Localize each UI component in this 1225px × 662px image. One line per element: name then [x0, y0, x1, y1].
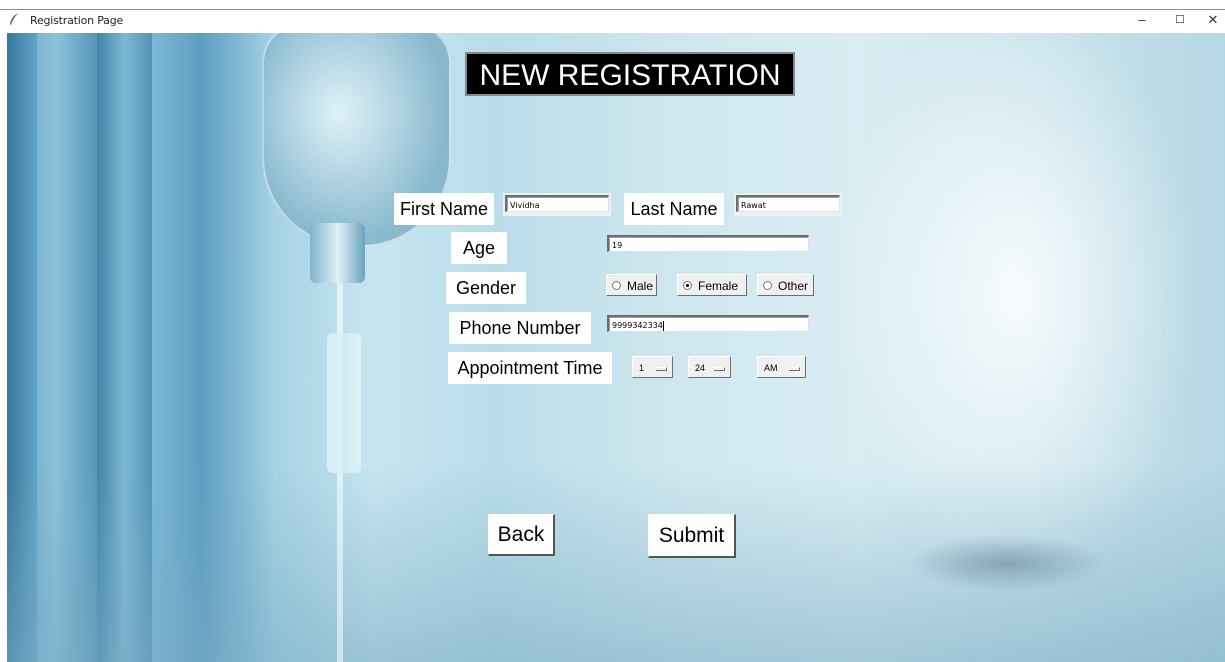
gender-other-radio[interactable]: Other	[757, 274, 814, 296]
text-cursor	[662, 320, 664, 331]
iv-connector-image	[310, 223, 365, 283]
form-canvas: NEW REGISTRATION First Name Vividha Last…	[7, 33, 1225, 662]
maximize-button[interactable]: ☐	[1168, 12, 1192, 28]
gender-label: Gender	[446, 272, 526, 304]
minimize-button[interactable]: –	[1130, 12, 1154, 28]
appointment-time-label: Appointment Time	[448, 352, 612, 384]
age-input[interactable]: 19	[607, 235, 809, 252]
feather-icon	[10, 13, 18, 25]
window-title: Registration Page	[30, 14, 124, 27]
radio-indicator	[612, 281, 621, 291]
gender-female-label: Female	[698, 279, 739, 293]
submit-button[interactable]: Submit	[648, 514, 736, 558]
appointment-period-value: AM	[764, 363, 778, 373]
window-title-bar: Registration Page – ☐ ✕	[0, 0, 1225, 33]
phone-number-label: Phone Number	[449, 312, 591, 344]
iv-drip-chamber-image	[327, 333, 361, 473]
appointment-minute-menu[interactable]: 24	[688, 356, 731, 378]
option-menu-indicator	[789, 367, 800, 371]
title-bar-border	[0, 9, 1225, 10]
phone-number-value: 9999342334	[612, 321, 663, 330]
radio-indicator	[763, 281, 772, 291]
last-name-input[interactable]: Rawat	[736, 195, 840, 212]
background-floor	[7, 463, 1225, 662]
back-button[interactable]: Back	[488, 514, 555, 556]
option-menu-indicator	[656, 367, 667, 371]
age-label: Age	[451, 232, 507, 264]
appointment-hour-menu[interactable]: 1	[632, 356, 673, 378]
appointment-hour-value: 1	[639, 363, 645, 373]
close-button[interactable]: ✕	[1201, 12, 1225, 28]
option-menu-indicator	[714, 367, 725, 371]
gender-other-label: Other	[778, 279, 809, 293]
first-name-input[interactable]: Vividha	[505, 195, 609, 212]
appointment-period-menu[interactable]: AM	[757, 356, 806, 378]
gender-male-label: Male	[627, 279, 654, 293]
gender-male-radio[interactable]: Male	[606, 274, 657, 296]
first-name-label: First Name	[394, 193, 494, 225]
radio-indicator-selected	[683, 281, 692, 291]
last-name-label: Last Name	[624, 193, 724, 225]
appointment-minute-value: 24	[695, 363, 706, 373]
phone-number-input[interactable]: 9999342334	[607, 315, 809, 332]
gender-female-radio[interactable]: Female	[677, 274, 747, 296]
page-heading: NEW REGISTRATION	[465, 52, 795, 96]
